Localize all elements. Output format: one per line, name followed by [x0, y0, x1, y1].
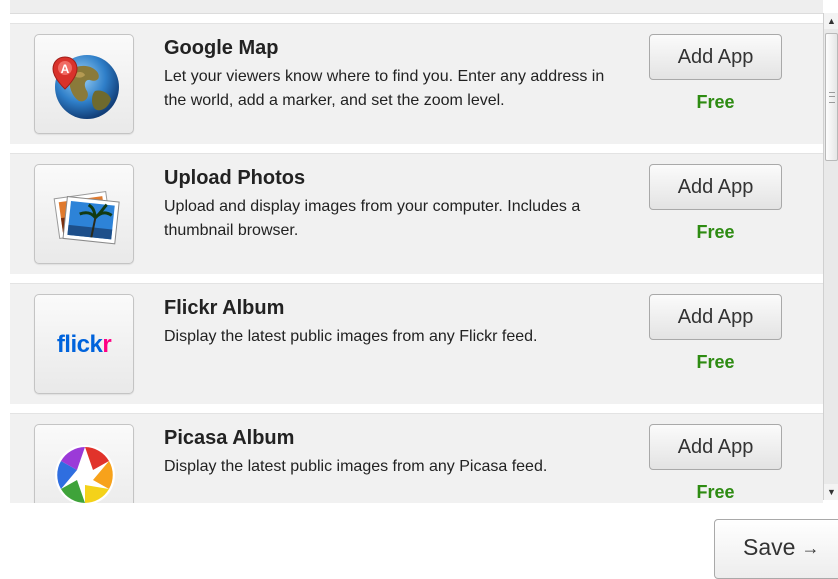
scroll-down-arrow-icon[interactable]: ▼ [824, 484, 838, 500]
vertical-scrollbar[interactable]: ▲ ▼ [823, 13, 838, 500]
globe-map-marker-icon: A [52, 55, 119, 119]
add-app-button-upload-photos[interactable]: Add App [649, 164, 782, 210]
save-button-label: Save [743, 533, 796, 560]
app-title: Google Map [164, 37, 279, 59]
add-app-button-picasa-album[interactable]: Add App [649, 424, 782, 470]
upload-photos-icon-box [34, 164, 134, 264]
grip-icon [829, 92, 835, 103]
scrollbar-thumb[interactable] [825, 33, 838, 161]
price-label: Free [696, 482, 735, 502]
app-list: A Google Map Let your viewers know where… [10, 23, 823, 503]
app-title: Upload Photos [164, 167, 306, 189]
app-title: Picasa Album [164, 427, 295, 449]
photos-icon [53, 191, 120, 245]
price-label: Free [696, 92, 735, 112]
picasa-logo-icon [55, 445, 115, 503]
flickr-logo-text: flickr [56, 331, 112, 358]
app-description: Display the latest public images from an… [164, 328, 538, 345]
arrow-right-icon: → [801, 537, 820, 558]
app-description: Let your viewers know where to find you.… [164, 68, 605, 109]
app-row-upload-photos: Upload Photos Upload and display images … [10, 153, 823, 274]
app-row-google-map: A Google Map Let your viewers know where… [10, 23, 823, 144]
picasa-icon-box [34, 424, 134, 503]
google-map-icon-box: A [34, 34, 134, 134]
top-edge-bar [10, 0, 823, 14]
add-app-button-flickr-album[interactable]: Add App [649, 294, 782, 340]
app-description: Upload and display images from your comp… [164, 198, 581, 239]
map-marker-letter: A [61, 62, 70, 76]
app-title: Flickr Album [164, 297, 285, 319]
flickr-logo-icon: flickr [34, 294, 134, 394]
price-label: Free [696, 352, 735, 372]
add-app-button-google-map[interactable]: Add App [649, 34, 782, 80]
app-description: Display the latest public images from an… [164, 458, 548, 475]
save-button[interactable]: Save → [714, 519, 838, 579]
price-label: Free [696, 222, 735, 242]
app-row-flickr-album: flickr Flickr Album Display the latest p… [10, 283, 823, 404]
scroll-up-arrow-icon[interactable]: ▲ [824, 13, 838, 29]
app-row-picasa-album: Picasa Album Display the latest public i… [10, 413, 823, 503]
